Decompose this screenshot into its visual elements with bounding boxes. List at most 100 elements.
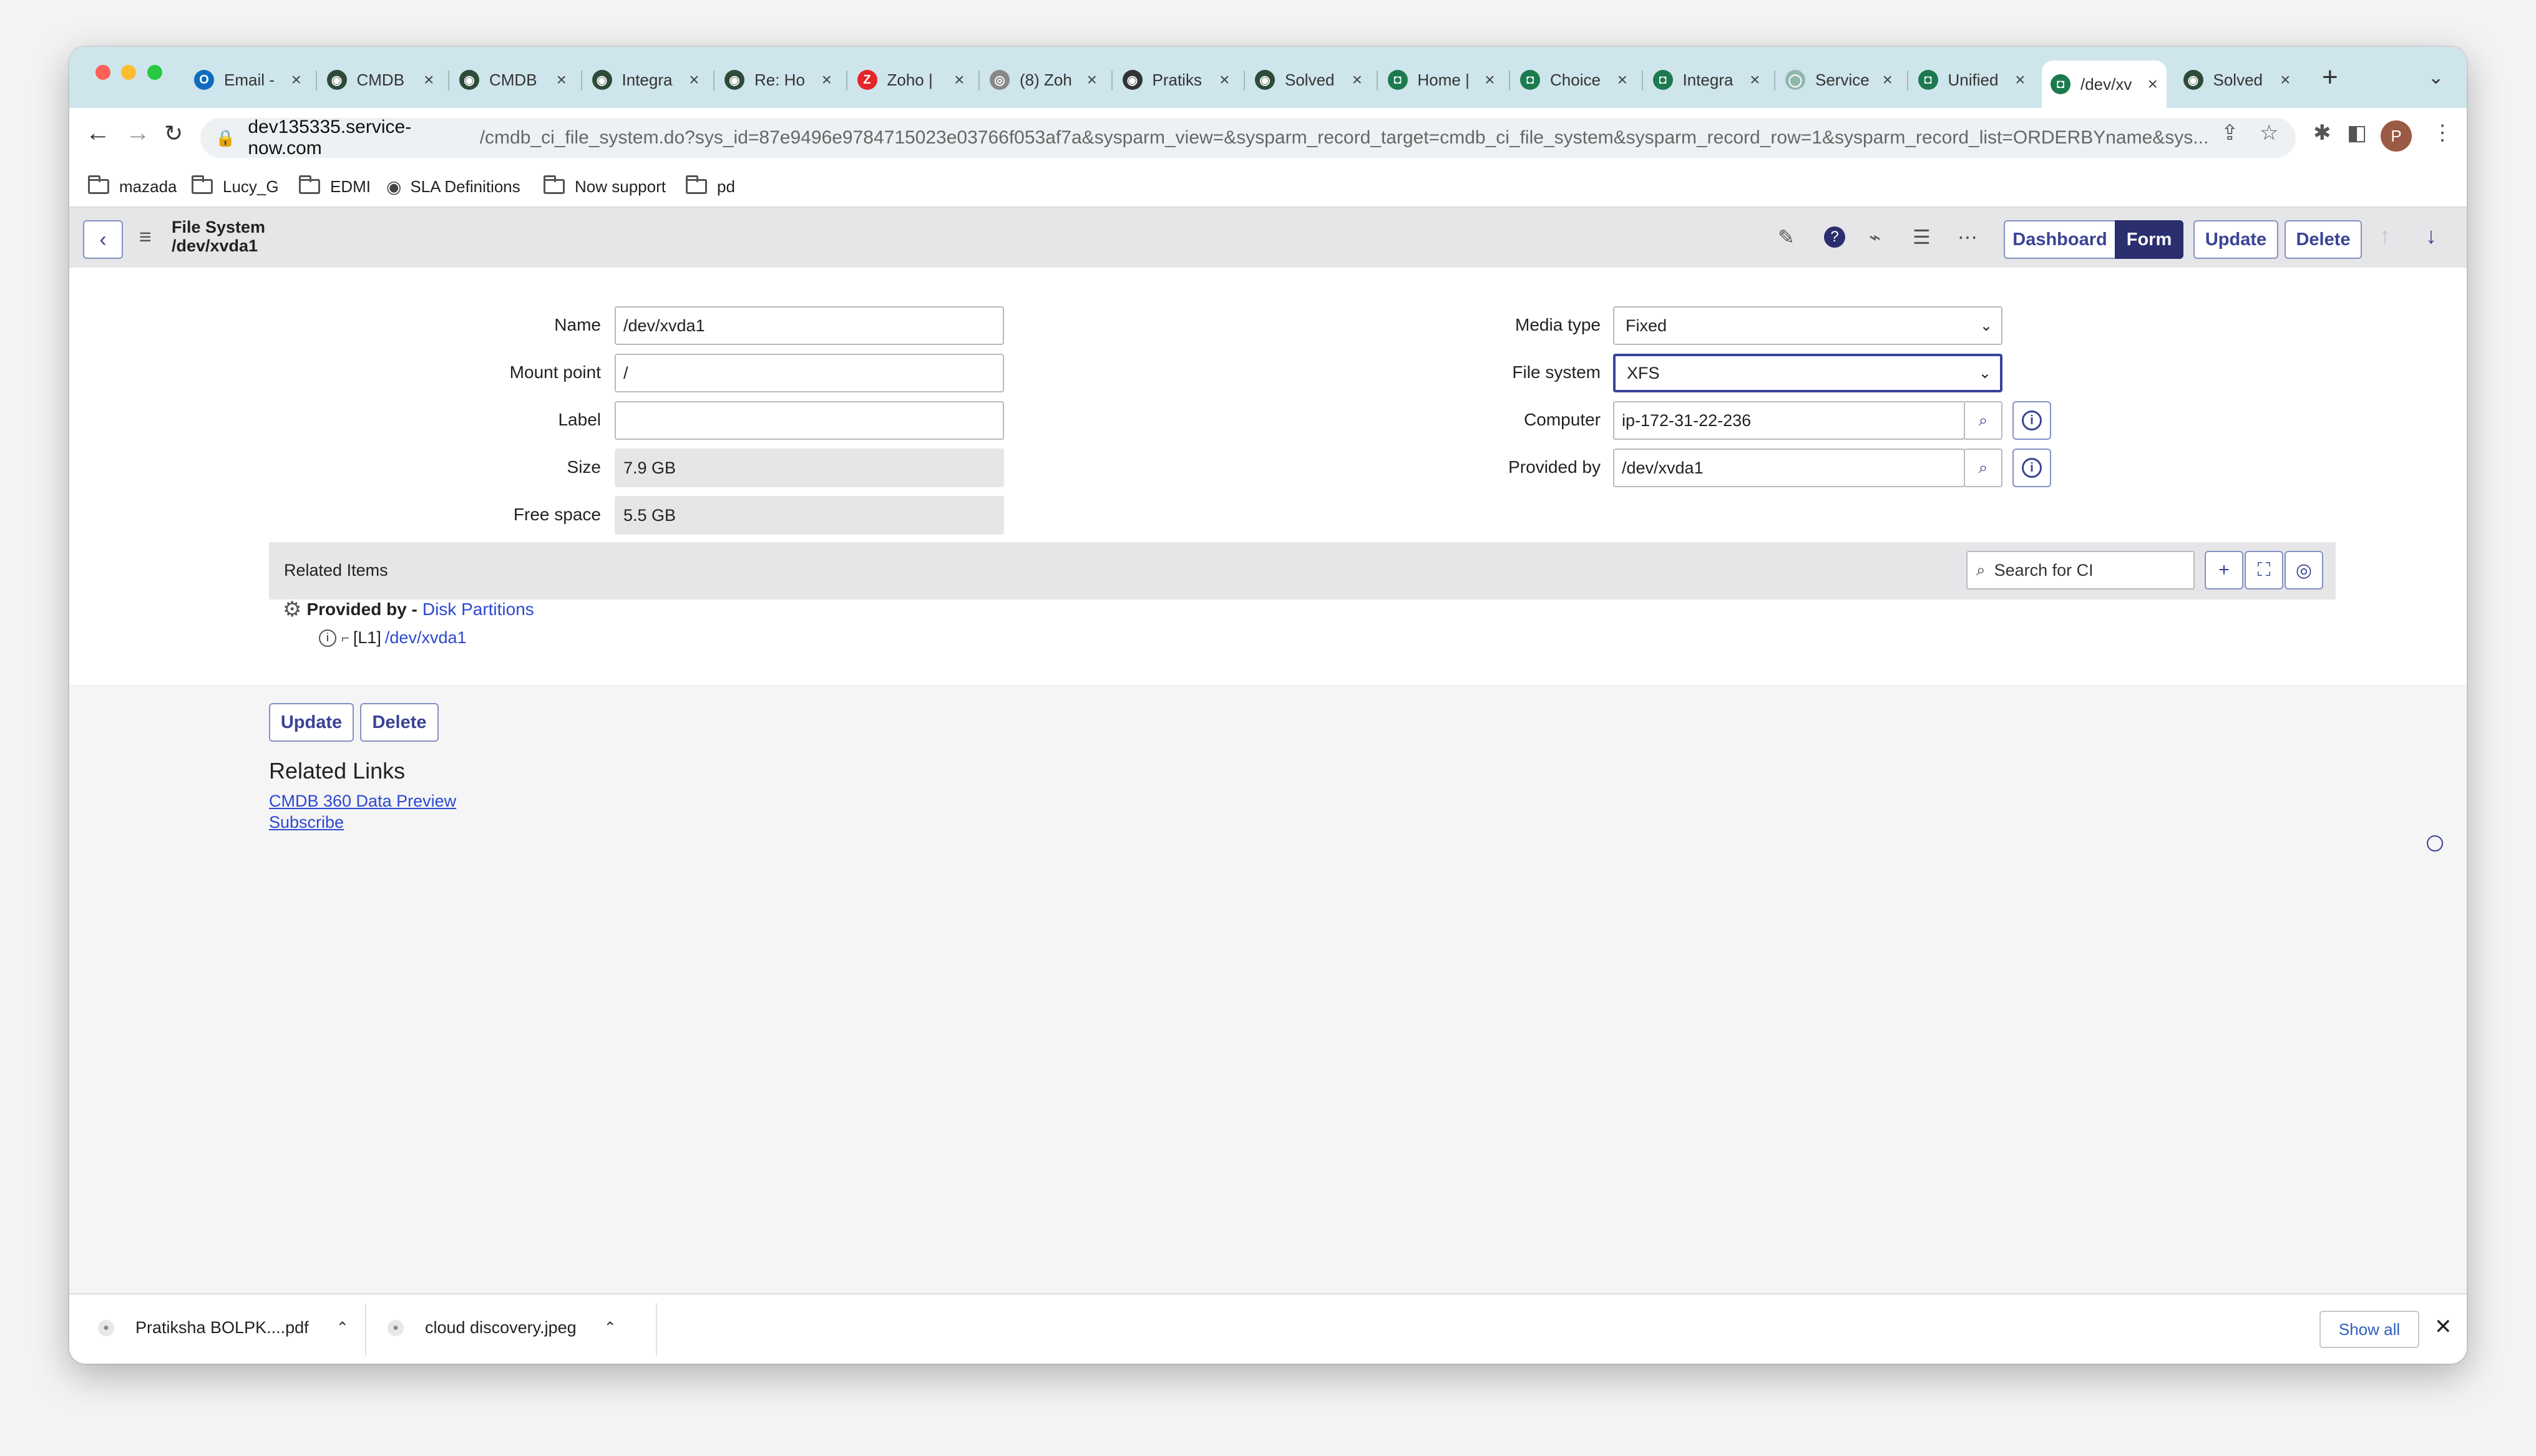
paperclip-icon[interactable]: ✎ (1778, 225, 1795, 249)
browser-tab[interactable]: O Email - × (185, 61, 310, 99)
bookmark-folder-lucy-g[interactable]: Lucy_G (192, 174, 279, 199)
download-item[interactable]: ● Pratiksha BOLPK....pdf ⌃ (98, 1318, 349, 1337)
help-icon[interactable]: ? (1824, 226, 1845, 248)
browser-tab[interactable]: ◘ Home | × (1379, 61, 1504, 99)
close-tab-icon[interactable]: × (1617, 70, 1627, 90)
show-all-downloads-button[interactable]: Show all (2319, 1311, 2419, 1348)
delete-button[interactable]: Delete (2285, 220, 2362, 259)
browser-tab[interactable]: ◉ Integra × (583, 61, 708, 99)
close-tab-icon[interactable]: × (1750, 70, 1760, 90)
ci-search-input[interactable]: ⌕ Search for CI (1966, 551, 2195, 590)
browser-tab[interactable]: ◉ CMDB × (318, 61, 443, 99)
bookmark-sla-definitions[interactable]: ◉ SLA Definitions (386, 174, 520, 199)
close-tab-icon[interactable]: × (557, 70, 567, 90)
tab-search-chevron-icon[interactable]: ⌄ (2428, 67, 2444, 89)
back-chevron-button[interactable]: ‹ (83, 220, 123, 259)
activity-pulse-icon[interactable]: ⌁ (1869, 225, 1881, 249)
download-item[interactable]: ● cloud discovery.jpeg ⌃ (388, 1318, 617, 1337)
side-panel-icon[interactable]: ◧ (2347, 120, 2367, 145)
browser-tab[interactable]: ◘ /dev/xv × (2042, 61, 2167, 108)
subscribe-link[interactable]: Subscribe (269, 813, 344, 832)
chevron-up-icon[interactable]: ⌃ (604, 1319, 617, 1337)
browser-tab[interactable]: ◘ Integra × (1644, 61, 1769, 99)
disk-partitions-link[interactable]: Disk Partitions (422, 599, 534, 619)
close-tab-icon[interactable]: × (1219, 70, 1229, 90)
close-tab-icon[interactable]: × (291, 70, 301, 90)
name-field[interactable]: /dev/xvda1 (615, 306, 1004, 345)
minimize-window-button[interactable] (121, 65, 136, 80)
settings-gear-icon[interactable]: ◎ (2285, 551, 2323, 590)
media-type-select[interactable]: Fixed ⌄ (1613, 306, 2002, 345)
back-arrow-icon[interactable]: ← (85, 119, 110, 147)
bookmark-folder-pd[interactable]: pd (686, 174, 735, 199)
bookmark-folder-now-support[interactable]: Now support (544, 174, 666, 199)
gear-icon[interactable]: ⚙ (283, 597, 301, 622)
close-tab-icon[interactable]: × (2148, 74, 2158, 94)
computer-reference-field[interactable]: ip-172-31-22-236 (1613, 401, 1965, 440)
share-icon[interactable]: ⇪ (2221, 120, 2239, 145)
timer-icon[interactable] (2427, 835, 2443, 852)
computer-lookup-search-icon[interactable]: ⌕ (1964, 401, 2002, 440)
browser-menu-icon[interactable]: ⋮ (2432, 120, 2453, 145)
profile-avatar[interactable]: P (2381, 120, 2412, 152)
close-tab-icon[interactable]: × (1883, 70, 1893, 90)
new-tab-button[interactable]: + (2322, 62, 2338, 93)
forward-arrow-icon[interactable]: → (125, 119, 150, 147)
cmdb-360-data-preview-link[interactable]: CMDB 360 Data Preview (269, 792, 456, 811)
bookmark-folder-mazada[interactable]: mazada (88, 174, 177, 199)
close-tab-icon[interactable]: × (1352, 70, 1362, 90)
previous-record-arrow-icon[interactable]: ↑ (2379, 223, 2391, 249)
close-tab-icon[interactable]: × (822, 70, 832, 90)
close-window-button[interactable] (95, 65, 110, 80)
close-tab-icon[interactable]: × (2015, 70, 2025, 90)
close-tab-icon[interactable]: × (689, 70, 699, 90)
close-tab-icon[interactable]: × (954, 70, 964, 90)
browser-tab[interactable]: ◉ CMDB × (451, 61, 575, 99)
browser-tab[interactable]: ◉ Re: Ho × (716, 61, 841, 99)
provided-by-lookup-search-icon[interactable]: ⌕ (1964, 449, 2002, 487)
dashboard-view-button[interactable]: Dashboard (2004, 220, 2116, 259)
browser-tab[interactable]: ◉ Pratiks × (1114, 61, 1239, 99)
related-links-title: Related Links (269, 758, 406, 784)
bottom-delete-button[interactable]: Delete (360, 703, 439, 742)
servicenow-icon: ◯ (1785, 70, 1805, 90)
browser-tab[interactable]: ◯ Service × (1777, 61, 1901, 99)
file-system-select[interactable]: XFS ⌄ (1613, 354, 2002, 392)
next-record-arrow-icon[interactable]: ↓ (2426, 223, 2437, 249)
more-options-icon[interactable]: ⋯ (1958, 225, 1978, 249)
browser-tab[interactable]: ◉ Solved × (2175, 61, 2299, 99)
divider (365, 1303, 366, 1356)
reload-icon[interactable]: ↻ (164, 120, 183, 147)
chevron-up-icon[interactable]: ⌃ (336, 1319, 349, 1337)
browser-tab[interactable]: ◘ Unified × (1909, 61, 2034, 99)
address-bar[interactable]: 🔒 dev135335.service-now.com /cmdb_ci_fil… (200, 117, 2296, 158)
extensions-puzzle-icon[interactable]: ✱ (2313, 120, 2331, 145)
provided-by-reference-field[interactable]: /dev/xvda1 (1613, 449, 1965, 487)
close-tab-icon[interactable]: × (1485, 70, 1495, 90)
tab-divider (1111, 70, 1113, 90)
close-tab-icon[interactable]: × (2280, 70, 2290, 90)
context-menu-icon[interactable]: ≡ (139, 225, 152, 250)
info-icon[interactable]: i (319, 629, 336, 647)
mount-point-field[interactable]: / (615, 354, 1004, 392)
browser-tab[interactable]: ◎ (8) Zoh × (981, 61, 1106, 99)
dependency-map-icon[interactable]: ⛶ (2245, 551, 2283, 590)
maximize-window-button[interactable] (147, 65, 162, 80)
personalize-sliders-icon[interactable]: ☰ (1913, 225, 1931, 249)
update-button[interactable]: Update (2193, 220, 2278, 259)
computer-info-button[interactable]: i (2012, 401, 2051, 440)
add-relationship-plus-icon[interactable]: + (2205, 551, 2243, 590)
label-field[interactable] (615, 401, 1004, 440)
browser-tab[interactable]: ◘ Choice × (1511, 61, 1636, 99)
bottom-update-button[interactable]: Update (269, 703, 354, 742)
form-view-button[interactable]: Form (2115, 220, 2183, 259)
related-ci-link[interactable]: /dev/xvda1 (385, 628, 467, 648)
close-tab-icon[interactable]: × (424, 70, 434, 90)
bookmark-star-icon[interactable]: ☆ (2260, 120, 2278, 145)
bookmark-folder-edmi[interactable]: EDMI (299, 174, 371, 199)
browser-tab[interactable]: Z Zoho | × (849, 61, 973, 99)
close-tab-icon[interactable]: × (1087, 70, 1097, 90)
browser-tab[interactable]: ◉ Solved × (1246, 61, 1371, 99)
close-icon[interactable]: ✕ (2434, 1314, 2452, 1339)
provided-by-info-button[interactable]: i (2012, 449, 2051, 487)
